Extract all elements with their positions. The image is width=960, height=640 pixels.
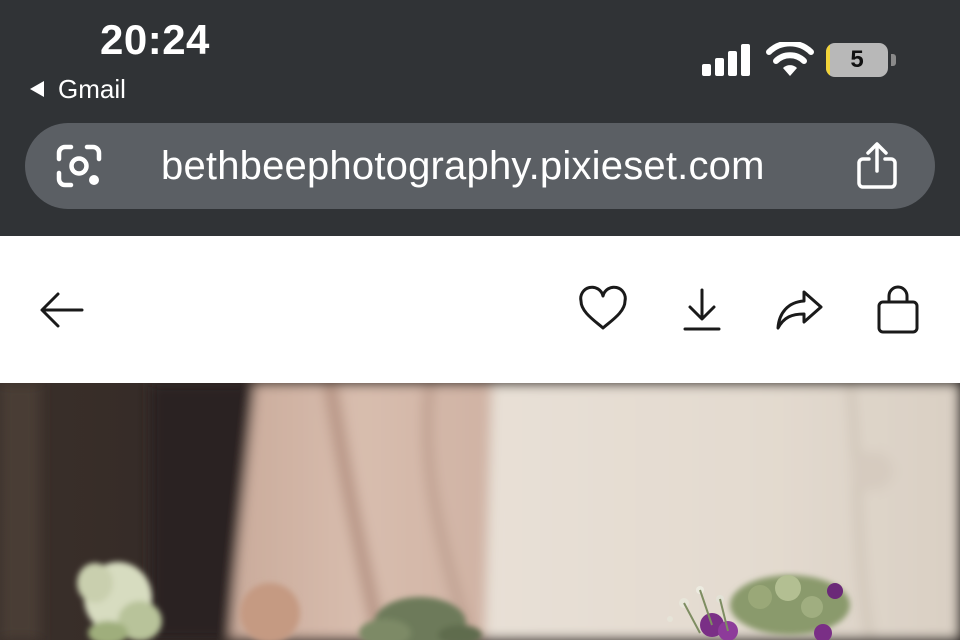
battery-level: 5 (850, 46, 864, 73)
address-bar[interactable]: bethbeephotography.pixieset.com (25, 123, 935, 209)
download-icon (683, 288, 721, 331)
back-arrow-icon (40, 292, 84, 328)
add-to-cart-button[interactable] (872, 284, 924, 336)
gallery-photo[interactable] (0, 383, 960, 640)
battery-body: 5 (826, 43, 888, 77)
url-text[interactable]: bethbeephotography.pixieset.com (161, 123, 765, 209)
shopping-bag-icon (877, 285, 919, 334)
download-button[interactable] (676, 284, 728, 336)
status-time: 20:24 (100, 16, 210, 63)
back-to-app-button[interactable]: Gmail (30, 74, 126, 104)
photo-image (0, 383, 960, 640)
battery-icon: 5 (826, 43, 896, 77)
back-app-label: Gmail (58, 73, 126, 104)
back-button[interactable] (36, 284, 88, 336)
wifi-icon (766, 42, 814, 76)
battery-nub (891, 54, 896, 66)
heart-icon (579, 285, 627, 330)
browser-chrome: 20:24 Gmail 5 bethbeephotography.pixiese… (0, 0, 960, 236)
share-icon[interactable] (855, 141, 899, 191)
google-lens-icon[interactable] (55, 143, 103, 189)
favorite-button[interactable] (577, 284, 629, 336)
back-triangle-icon (30, 81, 44, 97)
share-arrow-icon (776, 290, 823, 330)
cellular-signal-icon (702, 44, 750, 76)
photo-toolbar (0, 236, 960, 383)
share-button[interactable] (774, 284, 826, 336)
